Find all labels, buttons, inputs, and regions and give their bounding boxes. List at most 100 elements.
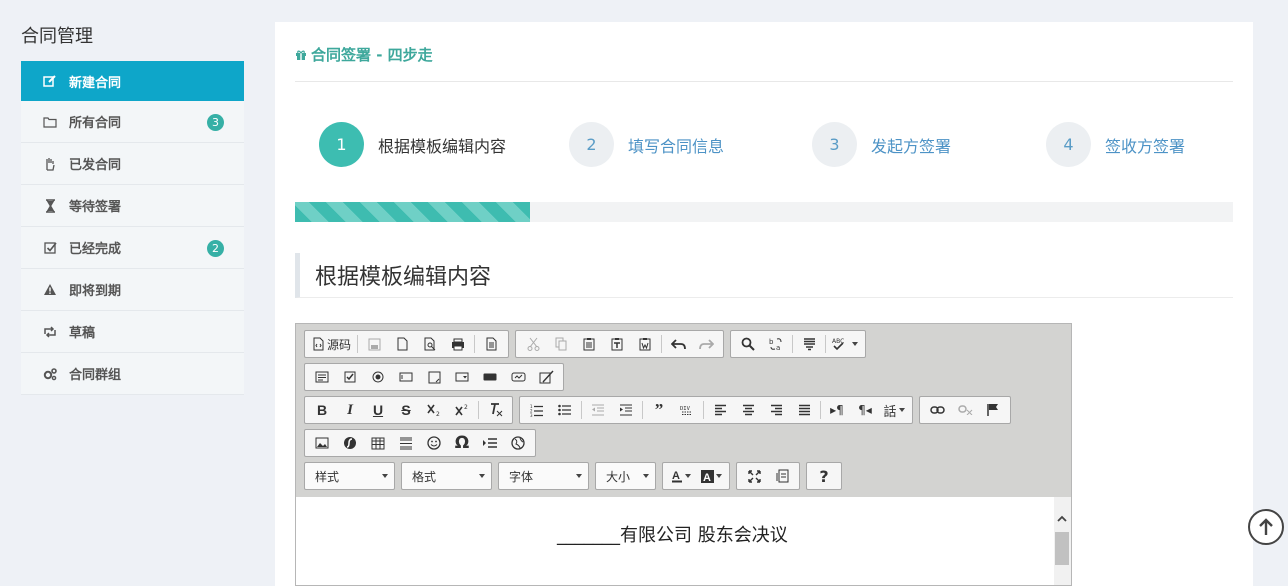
iframe-button[interactable] [504,432,532,454]
numbered-list-button[interactable]: 123 [523,399,551,421]
create-div-button[interactable]: DIV [673,399,701,421]
unlink-button[interactable] [951,399,979,421]
sidebar-item-label: 所有合同 [69,116,122,131]
styles-dropdown[interactable]: 样式 [304,462,395,490]
textarea-button[interactable] [420,366,448,388]
ltr-button[interactable]: ▸¶ [823,399,851,421]
redo-button[interactable] [692,333,720,355]
indent-button[interactable] [612,399,640,421]
copy-button[interactable] [547,333,575,355]
strikethrough-button[interactable]: S [392,399,420,421]
image-button[interactable] [308,432,336,454]
sidebar-item-completed[interactable]: 已经完成 2 [21,227,244,269]
preview-button[interactable] [416,333,444,355]
svg-text:A: A [703,472,711,483]
toolbar-separator [661,335,663,353]
step-4[interactable]: 4 签收方签署 [1046,122,1185,167]
size-dropdown[interactable]: 大小 [595,462,656,490]
editor-content-area[interactable]: _______有限公司 股东会决议 [296,497,1054,585]
underline-button[interactable]: U [364,399,392,421]
gift-icon [296,50,306,60]
align-center-button[interactable] [734,399,762,421]
print-button[interactable] [444,333,472,355]
sidebar-item-drafts[interactable]: 草稿 [21,311,244,353]
toolbar-row-3: B I U S 2 2 123 ” DIV ▸¶ ¶◂ 話 [304,396,1017,424]
cut-button[interactable] [519,333,547,355]
link-button[interactable] [923,399,951,421]
sidebar-item-awaiting-signature[interactable]: 等待签署 [21,185,244,227]
step-3[interactable]: 3 发起方签署 [812,122,951,167]
paste-button[interactable] [575,333,603,355]
text-color-button[interactable]: A [666,465,696,487]
paste-word-button[interactable] [631,333,659,355]
replace-button[interactable]: ba [762,333,790,355]
numbered-list-icon: 123 [530,404,543,417]
form-button-button[interactable] [476,366,504,388]
find-button[interactable] [734,333,762,355]
paste-text-button[interactable] [603,333,631,355]
undo-button[interactable] [664,333,692,355]
sidebar-item-new-contract[interactable]: 新建合同 [21,61,244,101]
anchor-button[interactable] [979,399,1007,421]
special-char-button[interactable]: Ω [448,432,476,454]
rtl-button[interactable]: ¶◂ [851,399,879,421]
font-dropdown[interactable]: 字体 [498,462,589,490]
outdent-button[interactable] [584,399,612,421]
subscript-button[interactable]: 2 [420,399,448,421]
toolbar-separator [642,401,643,419]
show-blocks-icon [776,469,788,483]
select-field-button[interactable] [448,366,476,388]
radio-button[interactable] [364,366,392,388]
remove-format-button[interactable] [481,399,509,421]
format-dropdown[interactable]: 格式 [401,462,492,490]
align-right-button[interactable] [762,399,790,421]
svg-text:A: A [672,470,680,482]
background-color-button[interactable]: A [696,465,726,487]
back-to-top-button[interactable] [1248,509,1284,545]
form-button[interactable] [308,366,336,388]
maximize-button[interactable] [740,465,768,487]
smiley-icon [427,436,441,450]
check-square-icon [43,241,57,255]
step-2[interactable]: 2 填写合同信息 [569,122,724,167]
align-center-icon [742,404,754,416]
chevron-down-icon [576,474,582,478]
table-button[interactable] [364,432,392,454]
select-field-icon [455,372,469,382]
show-blocks-button[interactable] [768,465,796,487]
image-button-button[interactable] [504,366,532,388]
toolbar-group-forms [304,363,564,391]
spellcheck-button[interactable]: ABC [828,333,862,355]
bold-button[interactable]: B [308,399,336,421]
flash-button[interactable] [336,432,364,454]
justify-button[interactable] [790,399,818,421]
textfield-button[interactable] [392,366,420,388]
hidden-field-button[interactable] [532,366,560,388]
sidebar-item-all-contracts[interactable]: 所有合同 3 [21,101,244,143]
sidebar-item-expiring[interactable]: 即将到期 [21,269,244,311]
save-button[interactable] [360,333,388,355]
select-all-button[interactable] [795,333,823,355]
new-page-button[interactable] [388,333,416,355]
checkbox-button[interactable] [336,366,364,388]
italic-button[interactable]: I [336,399,364,421]
step-1[interactable]: 1 根据模板编辑内容 [319,122,506,167]
superscript-button[interactable]: 2 [448,399,476,421]
language-button[interactable]: 話 [879,399,909,421]
scrollbar-thumb[interactable] [1055,532,1069,565]
help-button[interactable]: ? [810,465,838,487]
bulleted-list-button[interactable] [551,399,579,421]
source-button[interactable]: 源码 [308,333,355,355]
page-break-button[interactable] [476,432,504,454]
sidebar-item-contract-groups[interactable]: 合同群组 [21,353,244,395]
smiley-button[interactable] [420,432,448,454]
toolbar-separator [474,335,476,353]
templates-button[interactable] [477,333,505,355]
blockquote-button[interactable]: ” [645,399,673,421]
align-left-button[interactable] [706,399,734,421]
toolbar-row-1: 源码 ba ABC [304,330,872,358]
horizontal-rule-button[interactable] [392,432,420,454]
editor-scrollbar[interactable] [1054,497,1071,585]
sidebar-item-sent-contracts[interactable]: 已发合同 [21,143,244,185]
subscript-icon: 2 [427,404,440,416]
